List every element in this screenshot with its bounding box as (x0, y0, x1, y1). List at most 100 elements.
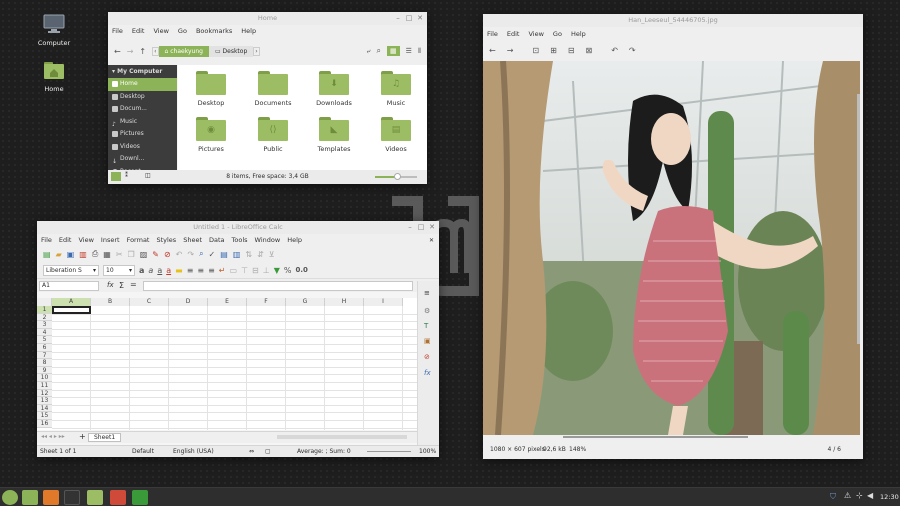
wrap-text-icon[interactable]: ↵ (219, 266, 226, 275)
zoom-fit-icon[interactable]: ⊡ (532, 46, 539, 55)
menu-view[interactable]: View (528, 30, 543, 38)
menu-file[interactable]: File (112, 27, 123, 35)
menu-edit[interactable]: Edit (132, 27, 145, 35)
menu-edit[interactable]: Edit (59, 236, 72, 244)
row-header[interactable]: 16 (37, 420, 52, 428)
file-item-videos[interactable]: ▤ Videos (367, 117, 425, 153)
search-icon[interactable]: ⌕ (377, 46, 381, 56)
font-color-icon[interactable]: a (166, 266, 171, 275)
menu-help[interactable]: Help (241, 27, 256, 35)
network-icon[interactable]: ⊹ (856, 491, 863, 500)
menu-file[interactable]: File (487, 30, 498, 38)
function-wizard-icon[interactable]: fx (107, 281, 114, 289)
clock[interactable]: 12:30 (880, 493, 899, 501)
sidebar-item-videos[interactable]: Videos (108, 141, 177, 154)
menu-view[interactable]: View (78, 236, 93, 244)
sidebar-item-desktop[interactable]: Desktop (108, 91, 177, 104)
image-viewer-icon[interactable] (110, 490, 126, 505)
row-header[interactable]: 5 (37, 336, 52, 344)
row-header[interactable]: 14 (37, 404, 52, 413)
menu-help[interactable]: Help (571, 30, 586, 38)
copy-icon[interactable]: ❐ (128, 250, 135, 259)
menu-icon[interactable]: ≡ (424, 289, 430, 297)
displayed-image[interactable] (483, 61, 860, 435)
row-header[interactable]: 7 (37, 351, 52, 360)
image-viewer-titlebar[interactable]: Han_Leeseul_54446705.jpg (483, 14, 863, 27)
zoom-in-icon[interactable]: ⊞ (550, 46, 557, 55)
menu-go[interactable]: Go (553, 30, 562, 38)
print-icon[interactable]: ⎙ (92, 249, 98, 259)
menu-tools[interactable]: Tools (232, 236, 248, 244)
column-header[interactable]: G (286, 298, 325, 306)
vertical-scrollbar[interactable] (857, 94, 860, 344)
next-image-icon[interactable]: → (507, 46, 514, 55)
close-icon[interactable]: ✕ (427, 222, 437, 232)
file-item-pictures[interactable]: ◉ Pictures (182, 117, 240, 153)
minimize-icon[interactable]: – (405, 222, 415, 232)
export-pdf-icon[interactable]: ▥ (79, 250, 87, 259)
align-top-icon[interactable]: ⊤ (241, 266, 248, 275)
fullscreen-icon[interactable]: ⊠ (586, 46, 593, 55)
sidebar-item-downloads[interactable]: ↓ Downl... (108, 153, 177, 166)
file-manager-titlebar[interactable]: Home – □ ✕ (108, 12, 427, 25)
column-icon[interactable]: ▥ (233, 250, 241, 259)
files-icon[interactable] (22, 490, 38, 505)
first-sheet-icon[interactable]: ◂◂ ◂ ▸ ▸▸ (41, 433, 65, 440)
undo-icon[interactable]: ↶ (176, 250, 183, 259)
column-header[interactable]: I (364, 298, 403, 306)
close-document-icon[interactable]: ✕ (429, 237, 434, 244)
properties-icon[interactable]: ⚙ (424, 307, 430, 315)
column-header[interactable]: A (52, 298, 91, 306)
row-header[interactable]: 2 (37, 313, 52, 322)
file-item-desktop[interactable]: Desktop (182, 71, 240, 107)
sort-icon[interactable]: ⇅ (245, 250, 252, 259)
toggle-location-icon[interactable]: ⤶ (367, 47, 371, 56)
sort-ascending-icon[interactable]: ⇵ (257, 250, 264, 259)
zoom-slider[interactable] (375, 173, 417, 180)
selection-mode-icon[interactable]: ⇔ (249, 446, 254, 457)
rotate-right-icon[interactable]: ↷ (629, 46, 636, 55)
row-header[interactable]: 15 (37, 412, 52, 420)
zoom-slider-handle[interactable] (394, 173, 401, 180)
sidebar-item-music[interactable]: ♪ Music (108, 116, 177, 129)
active-cell[interactable] (52, 306, 91, 314)
highlight-icon[interactable]: ▬ (175, 266, 183, 275)
file-item-documents[interactable]: Documents (244, 71, 302, 107)
folder-icon[interactable] (87, 490, 103, 505)
row-header[interactable]: 12 (37, 389, 52, 398)
align-bottom-icon[interactable]: ⊥ (263, 266, 270, 275)
row-header[interactable]: 8 (37, 359, 52, 367)
calc-titlebar[interactable]: Untitled 1 - LibreOffice Calc – □ ✕ (37, 221, 439, 234)
terminal-icon[interactable] (64, 490, 80, 505)
merge-cells-icon[interactable]: ▭ (230, 266, 238, 275)
underline-icon[interactable]: a (157, 266, 162, 275)
file-item-music[interactable]: ♫ Music (367, 71, 425, 107)
maximize-icon[interactable]: □ (404, 13, 414, 23)
menu-window[interactable]: Window (255, 236, 281, 244)
save-icon[interactable]: ▣ (67, 250, 75, 259)
menu-insert[interactable]: Insert (101, 236, 120, 244)
zoom-slider[interactable] (367, 451, 411, 452)
column-header[interactable]: C (130, 298, 169, 306)
horizontal-scrollbar[interactable] (277, 435, 407, 439)
sidebar-item-home[interactable]: Home (108, 78, 177, 91)
new-document-icon[interactable]: ▤ (43, 250, 51, 259)
breadcrumb-desktop[interactable]: ▭ Desktop (208, 45, 254, 57)
font-size-select[interactable]: 10 ▾ (103, 264, 135, 276)
bold-icon[interactable]: a (139, 266, 144, 275)
list-view-icon[interactable]: ☰ (406, 47, 412, 55)
sidebar-item-documents[interactable]: Docum... (108, 103, 177, 116)
open-folder-icon[interactable]: ▰ (56, 250, 62, 259)
menu-styles[interactable]: Styles (156, 236, 176, 244)
column-header[interactable]: B (91, 298, 130, 306)
shield-icon[interactable]: ⛉ (830, 492, 836, 502)
print-preview-icon[interactable]: ▦ (103, 250, 111, 259)
row-header[interactable]: 4 (37, 328, 52, 337)
file-item-templates[interactable]: ◣ Templates (305, 117, 363, 153)
row-header[interactable]: 9 (37, 366, 52, 375)
styles-icon[interactable]: T (424, 322, 428, 330)
formula-icon[interactable]: = (130, 280, 137, 289)
horizontal-scrollbar[interactable] (563, 436, 748, 438)
row-header[interactable]: 6 (37, 344, 52, 352)
sheet-tab[interactable]: Sheet1 (88, 433, 122, 442)
